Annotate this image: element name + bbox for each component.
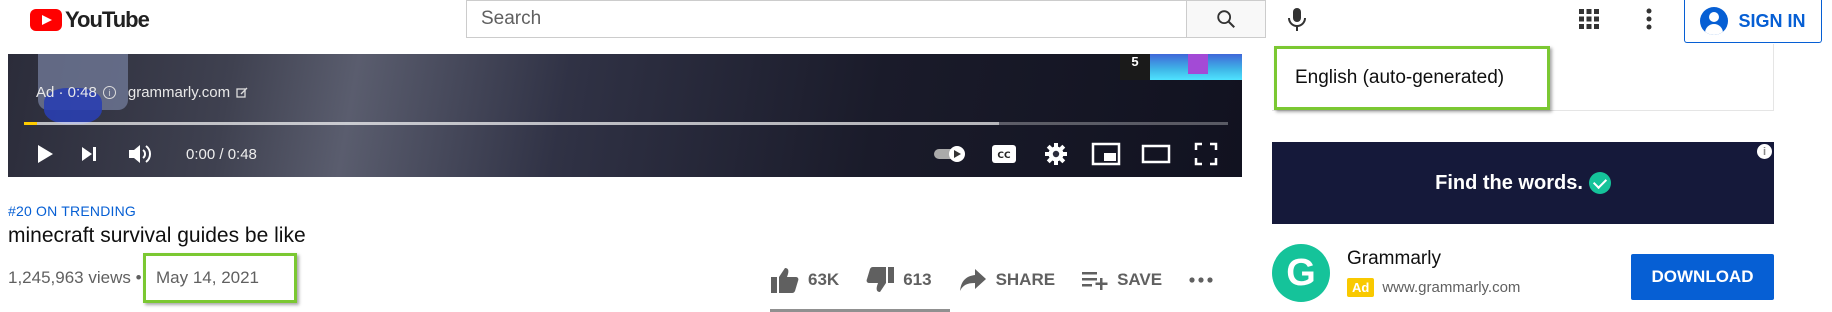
ad-duration: Ad · 0:48 <box>36 84 97 101</box>
advertiser-name[interactable]: Grammarly <box>1347 248 1441 270</box>
up-next-thumbnail[interactable]: 5 <box>1120 54 1242 80</box>
up-next-image <box>1150 54 1242 80</box>
time-display: 0:00 / 0:48 <box>186 146 257 163</box>
like-button[interactable]: 63K <box>770 266 839 294</box>
voice-search-button[interactable] <box>1280 2 1314 36</box>
thumbs-up-icon <box>771 268 799 293</box>
sign-in-button[interactable]: SIGN IN <box>1684 0 1822 43</box>
highlight-box-date: May 14, 2021 <box>143 253 297 303</box>
youtube-apps-button[interactable] <box>1572 2 1606 36</box>
ad-domain-link[interactable]: grammarly.com <box>128 84 230 101</box>
video-title: minecraft survival guides be like <box>8 224 306 247</box>
like-count: 63K <box>808 270 840 289</box>
microphone-icon <box>1288 8 1306 31</box>
banner-text: Find the words. <box>1435 171 1583 194</box>
gear-icon <box>1045 143 1067 165</box>
search-icon <box>1217 10 1235 28</box>
account-circle-icon <box>1700 7 1729 35</box>
view-count: 1,245,963 views • <box>8 268 142 288</box>
up-next-number: 5 <box>1120 54 1150 80</box>
playlist-add-icon <box>1082 272 1108 290</box>
search-input[interactable]: Search <box>466 0 1186 38</box>
video-player[interactable]: Ad · 0:48 i grammarly.com 5 0:00 / 0:48 … <box>8 54 1242 177</box>
more-vert-icon <box>1646 8 1652 30</box>
external-link-icon <box>236 87 248 98</box>
transcript-language[interactable]: English (auto-generated) <box>1295 67 1504 89</box>
dislike-count: 613 <box>903 270 932 289</box>
youtube-logo[interactable]: YouTube <box>30 7 150 32</box>
ad-banner[interactable]: Find the words. i <box>1272 142 1774 224</box>
logo-text: YouTube <box>65 7 150 32</box>
more-actions-button[interactable] <box>1188 276 1214 284</box>
check-circle-icon <box>1588 172 1611 194</box>
search-button[interactable] <box>1186 0 1266 38</box>
subtitles-button[interactable]: CC <box>984 138 1024 170</box>
trending-link[interactable]: #20 ON TRENDING <box>8 203 136 219</box>
save-label: SAVE <box>1117 270 1163 289</box>
thumbs-down-icon <box>866 267 895 292</box>
theater-mode-icon <box>1141 144 1171 164</box>
info-icon[interactable]: i <box>1757 144 1772 159</box>
miniplayer-icon <box>1091 142 1121 166</box>
advertiser-details: Ad www.grammarly.com <box>1347 278 1520 297</box>
autoplay-toggle-icon <box>934 146 965 162</box>
share-icon <box>959 269 986 291</box>
upload-date: May 14, 2021 <box>156 268 260 287</box>
view-count-text: 1,245,963 views <box>8 268 131 287</box>
info-icon[interactable]: i <box>102 86 116 99</box>
fullscreen-icon <box>1194 142 1218 166</box>
ad-badge: Ad <box>1347 278 1375 297</box>
youtube-play-icon <box>30 9 62 31</box>
play-button[interactable] <box>28 138 62 170</box>
more-horiz-icon <box>1189 277 1213 283</box>
next-button[interactable] <box>72 138 106 170</box>
grammarly-logo[interactable]: G <box>1272 244 1330 302</box>
search-bar: Search <box>466 0 1266 38</box>
share-label: SHARE <box>995 270 1056 289</box>
ad-badge-overlay: Ad · 0:48 i grammarly.com <box>36 84 248 101</box>
progress-loaded <box>24 122 1000 125</box>
sign-in-label: SIGN IN <box>1738 10 1806 31</box>
miniplayer-button[interactable] <box>1086 138 1126 170</box>
separator-dot: • <box>135 268 142 287</box>
save-button[interactable]: SAVE <box>1081 269 1162 291</box>
apps-grid-icon <box>1579 9 1599 29</box>
settings-button[interactable] <box>1036 138 1076 170</box>
progress-played <box>24 122 38 125</box>
dislike-button[interactable]: 613 <box>865 266 932 294</box>
play-icon <box>38 145 53 163</box>
volume-icon <box>129 145 151 163</box>
share-button[interactable]: SHARE <box>958 267 1056 293</box>
highlight-box-language[interactable]: English (auto-generated) <box>1274 46 1550 110</box>
video-actions: 63K 613 SHARE SAVE <box>770 262 1240 298</box>
settings-menu-button[interactable] <box>1632 2 1666 36</box>
advertiser-url[interactable]: www.grammarly.com <box>1382 279 1520 296</box>
closed-captions-icon: CC <box>992 145 1016 163</box>
mute-button[interactable] <box>120 138 160 170</box>
svg-text:CC: CC <box>997 151 1011 161</box>
fullscreen-button[interactable] <box>1186 138 1226 170</box>
theater-mode-button[interactable] <box>1136 138 1176 170</box>
progress-bar[interactable] <box>24 122 1228 125</box>
download-button[interactable]: DOWNLOAD <box>1631 254 1774 300</box>
player-controls: 0:00 / 0:48 CC <box>8 136 1242 172</box>
skip-next-icon <box>82 147 96 161</box>
autoplay-toggle[interactable] <box>930 138 972 170</box>
